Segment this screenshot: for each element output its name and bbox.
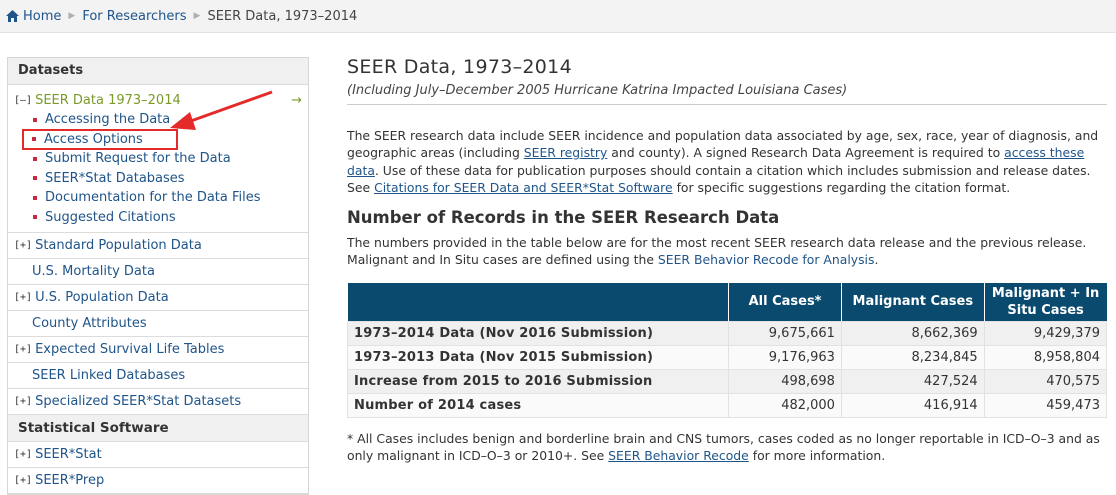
main-content: SEER Data, 1973–2014 (Including July–Dec… xyxy=(346,56,1108,465)
expand-toggle[interactable]: [+] xyxy=(14,475,32,486)
sidebar-item-label[interactable]: U.S. Population Data xyxy=(35,290,169,305)
sidebar-item-standard-population[interactable]: [+] Standard Population Data xyxy=(8,233,308,259)
table-cell-label: Number of 2014 cases xyxy=(346,392,730,418)
sidebar-subitem-label[interactable]: Accessing the Data xyxy=(45,112,170,127)
table-cell-label: Increase from 2015 to 2016 Submission xyxy=(346,368,730,394)
sidebar-subitem-submit-request[interactable]: Submit Request for the Data xyxy=(8,149,308,169)
seer-registry-link[interactable]: SEER registry xyxy=(524,145,608,160)
sidebar-item-survival-life-tables[interactable]: [+] Expected Survival Life Tables xyxy=(8,337,308,363)
sidebar-subitem-seerstat-databases[interactable]: SEER*Stat Databases xyxy=(8,169,308,189)
table-cell-insitu: 459,473 xyxy=(983,392,1108,418)
divider xyxy=(347,104,1107,105)
breadcrumb-home[interactable]: Home xyxy=(23,9,61,24)
citations-link[interactable]: Citations for SEER Data and SEER*Stat So… xyxy=(374,180,673,195)
sidebar-item-seerprep[interactable]: [+] SEER*Prep xyxy=(8,468,308,494)
table-header-row: All Cases* Malignant Cases Malignant + I… xyxy=(347,282,1107,322)
sidebar-header-datasets: Datasets xyxy=(8,58,308,85)
footnote-text: for more information. xyxy=(748,448,886,464)
table-row: 1973–2013 Data (Nov 2015 Submission) 9,1… xyxy=(346,344,1108,370)
bullet-icon xyxy=(32,137,36,142)
bullet-icon xyxy=(33,215,37,220)
bullet-icon xyxy=(33,195,37,200)
page-title: SEER Data, 1973–2014 xyxy=(347,56,572,78)
records-table: All Cases* Malignant Cases Malignant + I… xyxy=(346,282,1108,418)
table-cell-all: 498,698 xyxy=(728,368,842,394)
table-header-empty xyxy=(347,282,729,322)
sidebar-item-us-population[interactable]: [+] U.S. Population Data xyxy=(8,285,308,311)
table-row: 1973–2014 Data (Nov 2016 Submission) 9,6… xyxy=(346,320,1108,346)
sidebar-item-specialized-datasets[interactable]: [+] Specialized SEER*Stat Datasets xyxy=(8,389,308,415)
sidebar-item-linked-databases[interactable]: SEER Linked Databases xyxy=(8,363,308,389)
expand-toggle[interactable]: [+] xyxy=(14,240,32,251)
sidebar-subitem-documentation[interactable]: Documentation for the Data Files xyxy=(8,188,308,208)
table-header-all-cases: All Cases* xyxy=(728,282,842,322)
table-cell-all: 9,176,963 xyxy=(728,344,842,370)
table-cell-malignant: 8,662,369 xyxy=(840,320,985,346)
table-cell-malignant: 416,914 xyxy=(840,392,985,418)
sidebar-subitem-access-options[interactable]: Access Options xyxy=(22,128,178,150)
sidebar-subitem-label[interactable]: Access Options xyxy=(44,132,143,147)
table-cell-label: 1973–2013 Data (Nov 2015 Submission) xyxy=(346,344,730,370)
sidebar-header-software: Statistical Software xyxy=(8,415,308,442)
sidebar-item-county-attributes[interactable]: County Attributes xyxy=(8,311,308,337)
home-icon[interactable] xyxy=(6,10,19,22)
section-paragraph: The numbers provided in the table below … xyxy=(347,234,1107,269)
sidebar-item-label[interactable]: SEER*Stat xyxy=(35,447,102,462)
table-row: Number of 2014 cases 482,000 416,914 459… xyxy=(346,392,1108,418)
table-cell-malignant: 8,234,845 xyxy=(840,344,985,370)
table-cell-insitu: 8,958,804 xyxy=(983,344,1108,370)
intro-paragraph: The SEER research data include SEER inci… xyxy=(347,127,1107,196)
sidebar-item-label[interactable]: Standard Population Data xyxy=(35,238,202,253)
sidebar-subitem-label[interactable]: Suggested Citations xyxy=(45,210,176,225)
bullet-icon xyxy=(33,117,37,122)
sidebar-item-label[interactable]: SEER*Prep xyxy=(35,473,104,488)
collapse-toggle[interactable]: [–] xyxy=(14,95,32,106)
sidebar-item-label[interactable]: County Attributes xyxy=(32,316,147,331)
chevron-right-icon: ▶ xyxy=(68,11,76,21)
section-text: . xyxy=(874,252,879,268)
table-row: Increase from 2015 to 2016 Submission 49… xyxy=(346,368,1108,394)
expand-toggle[interactable]: [+] xyxy=(14,449,32,460)
sidebar-item-seerstat[interactable]: [+] SEER*Stat xyxy=(8,442,308,468)
sidebar-subitem-label[interactable]: Documentation for the Data Files xyxy=(45,190,261,205)
bullet-icon xyxy=(33,156,37,161)
sidebar-subitem-label[interactable]: SEER*Stat Databases xyxy=(45,171,185,186)
expand-toggle[interactable]: [+] xyxy=(14,344,32,355)
table-header-malignant: Malignant Cases xyxy=(840,282,985,322)
behavior-recode-link[interactable]: SEER Behavior Recode xyxy=(608,448,749,463)
table-cell-label: 1973–2014 Data (Nov 2016 Submission) xyxy=(346,320,730,346)
sidebar-subitem-citations[interactable]: Suggested Citations xyxy=(8,208,308,228)
table-cell-insitu: 470,575 xyxy=(983,368,1108,394)
table-cell-insitu: 9,429,379 xyxy=(983,320,1108,346)
sidebar-item-label[interactable]: SEER Linked Databases xyxy=(32,368,185,383)
section-title: Number of Records in the SEER Research D… xyxy=(347,208,780,228)
table-cell-all: 9,675,661 xyxy=(728,320,842,346)
page-subtitle: (Including July–December 2005 Hurricane … xyxy=(347,83,848,98)
behavior-recode-analysis-link[interactable]: SEER Behavior Recode for Analysis xyxy=(658,252,875,267)
arrow-right-icon: → xyxy=(291,92,302,108)
sidebar-item-label[interactable]: U.S. Mortality Data xyxy=(32,264,155,279)
table-cell-all: 482,000 xyxy=(728,392,842,418)
breadcrumb-researchers[interactable]: For Researchers xyxy=(82,9,186,24)
bullet-icon xyxy=(33,176,37,181)
intro-text: for specific suggestions regarding the c… xyxy=(672,179,1011,195)
intro-text: and county). A signed Research Data Agre… xyxy=(607,145,1005,161)
table-header-insitu: Malignant + In Situ Cases xyxy=(983,282,1107,322)
breadcrumb: Home ▶ For Researchers ▶ SEER Data, 1973… xyxy=(0,0,1116,33)
footnote: * All Cases includes benign and borderli… xyxy=(347,430,1107,465)
table-cell-malignant: 427,524 xyxy=(840,368,985,394)
sidebar-item-label[interactable]: Expected Survival Life Tables xyxy=(35,342,224,357)
sidebar-item-label[interactable]: Specialized SEER*Stat Datasets xyxy=(35,394,241,409)
annotation-arrow-icon xyxy=(170,90,273,130)
breadcrumb-current: SEER Data, 1973–2014 xyxy=(207,8,358,24)
sidebar-item-us-mortality[interactable]: U.S. Mortality Data xyxy=(8,259,308,285)
chevron-right-icon: ▶ xyxy=(193,11,201,21)
expand-toggle[interactable]: [+] xyxy=(14,396,32,407)
expand-toggle[interactable]: [+] xyxy=(14,292,32,303)
sidebar-subitem-label[interactable]: Submit Request for the Data xyxy=(45,151,231,166)
sidebar-item-seer-data[interactable]: SEER Data 1973–2014 xyxy=(35,93,181,108)
